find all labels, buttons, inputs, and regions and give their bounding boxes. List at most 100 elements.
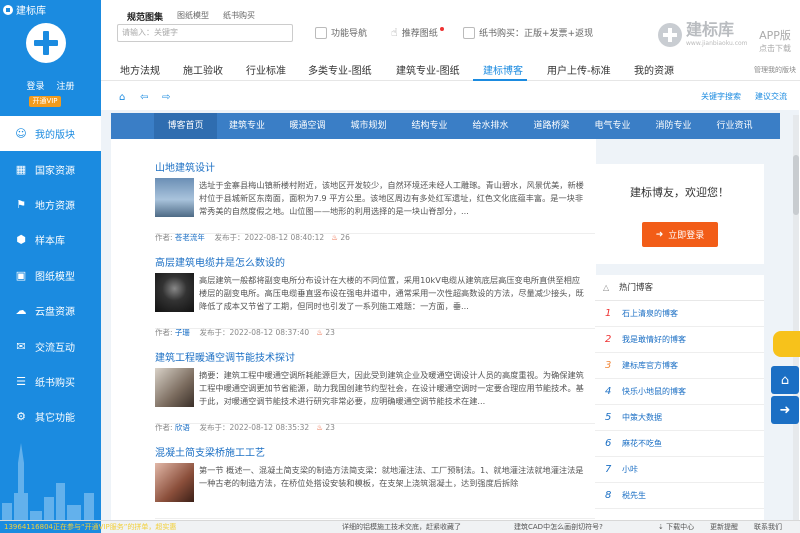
hot-blog-item[interactable]: 5 中策大数据: [595, 405, 764, 431]
blog-tab[interactable]: 城市规划: [338, 113, 399, 139]
sidebar-item[interactable]: ▣ 图纸模型: [0, 258, 101, 293]
post-title[interactable]: 混凝土简支梁桥施工工艺: [155, 444, 265, 459]
manage-link[interactable]: 管理我的版块: [754, 65, 796, 75]
post-title[interactable]: 山地建筑设计: [155, 159, 215, 174]
hot-blog-label: 石上清泉的博客: [622, 309, 678, 318]
download-center-link[interactable]: ⇣ 下载中心: [658, 521, 694, 533]
hot-blog-label: 麻花不吃鱼: [622, 439, 662, 448]
feedback-link[interactable]: 建议交流: [755, 91, 787, 102]
nav-item[interactable]: 施工验收: [183, 62, 223, 77]
hot-blog-item[interactable]: 2 我是敢情好的博客: [595, 327, 764, 353]
welcome-panel: 建标博友，欢迎您！ ➜ 立即登录: [595, 164, 764, 264]
blog-category-nav: 博客首页 建筑专业 暖通空调 城市规划 结构专业 给水排水 道路桥梁 电气专业 …: [111, 113, 780, 139]
hot-blog-item[interactable]: 8 税先生: [595, 483, 764, 509]
hot-blog-item[interactable]: 7 小咔: [595, 457, 764, 483]
welcome-text: 建标博友，欢迎您！: [630, 186, 729, 199]
sidebar-item[interactable]: ⬢ 样本库: [0, 222, 101, 257]
tab-books[interactable]: 纸书购买: [223, 10, 255, 23]
rank-number: 4: [605, 386, 612, 397]
status-news-1[interactable]: 详细的铝模施工技术交底，赶紧收藏了: [342, 521, 461, 533]
sidebar-item[interactable]: ☰ 纸书购买: [0, 364, 101, 399]
update-link[interactable]: 更新提醒: [710, 521, 738, 533]
sidebar-item[interactable]: ✉ 交流互动: [0, 328, 101, 363]
sidebar-item-label: 国家资源: [35, 165, 75, 177]
home-float-button[interactable]: ⌂: [771, 366, 799, 394]
more-icon: ⚙: [16, 410, 26, 424]
login-links: 登录 注册: [0, 79, 101, 92]
hot-blogs-title: 热门博客: [595, 275, 764, 301]
sidebar-item[interactable]: ▦ 国家资源: [0, 151, 101, 186]
blog-tab[interactable]: 建筑专业: [217, 113, 277, 139]
login-now-button[interactable]: ➜ 立即登录: [642, 222, 718, 247]
post-thumbnail[interactable]: [155, 463, 194, 502]
post-thumbnail[interactable]: [155, 178, 194, 217]
blog-tab[interactable]: 给水排水: [460, 113, 521, 139]
sidebar-item-label: 我的版块: [35, 130, 75, 142]
blog-tab-home[interactable]: 博客首页: [154, 113, 217, 139]
login-link[interactable]: 登录: [26, 82, 44, 92]
post-title[interactable]: 建筑工程暖通空调节能技术探讨: [155, 349, 295, 364]
content-area: 博客首页 建筑专业 暖通空调 城市规划 结构专业 给水排水 道路桥梁 电气专业 …: [101, 110, 799, 520]
keyword-search-link[interactable]: 关键字搜索: [701, 91, 741, 102]
sidebar: 建标库 登录 注册 开通VIP ☺ 我的版块 ▦ 国家资源 ⚑ 地方资源 ⬢ 样本库 ▣ 图纸模型 ☁…: [0, 0, 101, 533]
nav-item[interactable]: 我的资源: [634, 62, 674, 77]
scrollbar[interactable]: [793, 115, 799, 520]
toolbar: ⌂ ⇦ ⇨ 关键字搜索 建议交流: [101, 83, 800, 110]
login-float-button[interactable]: ➜: [771, 396, 799, 424]
vip-badge[interactable]: 开通VIP: [29, 96, 61, 107]
scrollbar-thumb[interactable]: [793, 155, 799, 215]
sidebar-item[interactable]: ☺ 我的版块: [0, 116, 101, 152]
blog-tab[interactable]: 暖通空调: [277, 113, 338, 139]
hot-blog-item[interactable]: 6 麻花不吃鱼: [595, 431, 764, 457]
contact-link[interactable]: 联系我们: [754, 521, 782, 533]
hot-blog-label: 小咔: [622, 465, 638, 474]
blog-tab[interactable]: 道路桥梁: [521, 113, 582, 139]
tab-standards[interactable]: 规范图集: [127, 10, 163, 23]
nav-item[interactable]: 地方法规: [120, 62, 160, 77]
sidebar-item[interactable]: ☁ 云盘资源: [0, 293, 101, 328]
back-arrow-icon[interactable]: ⇦: [140, 92, 148, 103]
rank-number: 8: [605, 490, 612, 501]
register-link[interactable]: 注册: [57, 82, 75, 92]
home-icon[interactable]: ⌂: [119, 92, 125, 103]
rank-number: 2: [605, 334, 612, 345]
book-icon: ☰: [16, 374, 26, 388]
nav-item[interactable]: 行业标准: [246, 62, 286, 77]
hot-blog-label: 快乐小地鼠的博客: [622, 387, 686, 396]
login-icon: ➜: [655, 229, 664, 240]
app-download[interactable]: APP版 点击下载: [759, 27, 791, 54]
sidebar-item-label: 纸书购买: [35, 377, 75, 389]
func-nav-button[interactable]: 功能导航: [315, 26, 367, 39]
active-underline: [473, 79, 527, 81]
recommend-button[interactable]: ☝ 推荐图纸: [391, 26, 444, 39]
nav-item[interactable]: 用户上传-标准: [547, 62, 611, 77]
hot-blog-item[interactable]: 4 快乐小地鼠的博客: [595, 379, 764, 405]
thumbs-up-icon: ☝: [391, 26, 398, 39]
forward-arrow-icon[interactable]: ⇨: [162, 92, 170, 103]
sidebar-item-label: 样本库: [35, 236, 65, 248]
post-title[interactable]: 高层建筑电缆井是怎么数设的: [155, 254, 285, 269]
sidebar-item[interactable]: ⚙ 其它功能: [0, 399, 101, 434]
sidebar-item[interactable]: ⚑ 地方资源: [0, 187, 101, 222]
sidebar-item-label: 地方资源: [35, 200, 75, 212]
tab-drawings[interactable]: 图纸模型: [177, 10, 209, 23]
cube-icon: ⬢: [16, 233, 26, 247]
post-thumbnail[interactable]: [155, 273, 194, 312]
search-input[interactable]: 请输入：关键字: [117, 24, 293, 42]
hot-blog-item[interactable]: 1 石上清泉的博客: [595, 301, 764, 327]
hot-blog-item[interactable]: 3 建标库官方博客: [595, 353, 764, 379]
blog-tab[interactable]: 结构专业: [399, 113, 460, 139]
nav-item[interactable]: 建筑专业-图纸: [396, 62, 460, 77]
nav-item-blog[interactable]: 建标博客: [483, 62, 523, 77]
status-news-2[interactable]: 建筑CAD中怎么画剖切符号?: [514, 521, 603, 533]
paper-book-button[interactable]: 纸书购买：正版+发票+返现: [463, 26, 593, 39]
blog-tab[interactable]: 电气专业: [582, 113, 643, 139]
book-icon: [463, 26, 475, 39]
post-thumbnail[interactable]: [155, 368, 194, 407]
nav-item[interactable]: 多类专业-图纸: [308, 62, 372, 77]
blog-tab[interactable]: 行业资讯: [704, 113, 765, 139]
layers-icon: ▣: [15, 268, 27, 282]
blog-tab[interactable]: 消防专业: [643, 113, 704, 139]
floating-yellow-tab[interactable]: [773, 331, 800, 357]
person-icon: ☺: [15, 127, 27, 141]
